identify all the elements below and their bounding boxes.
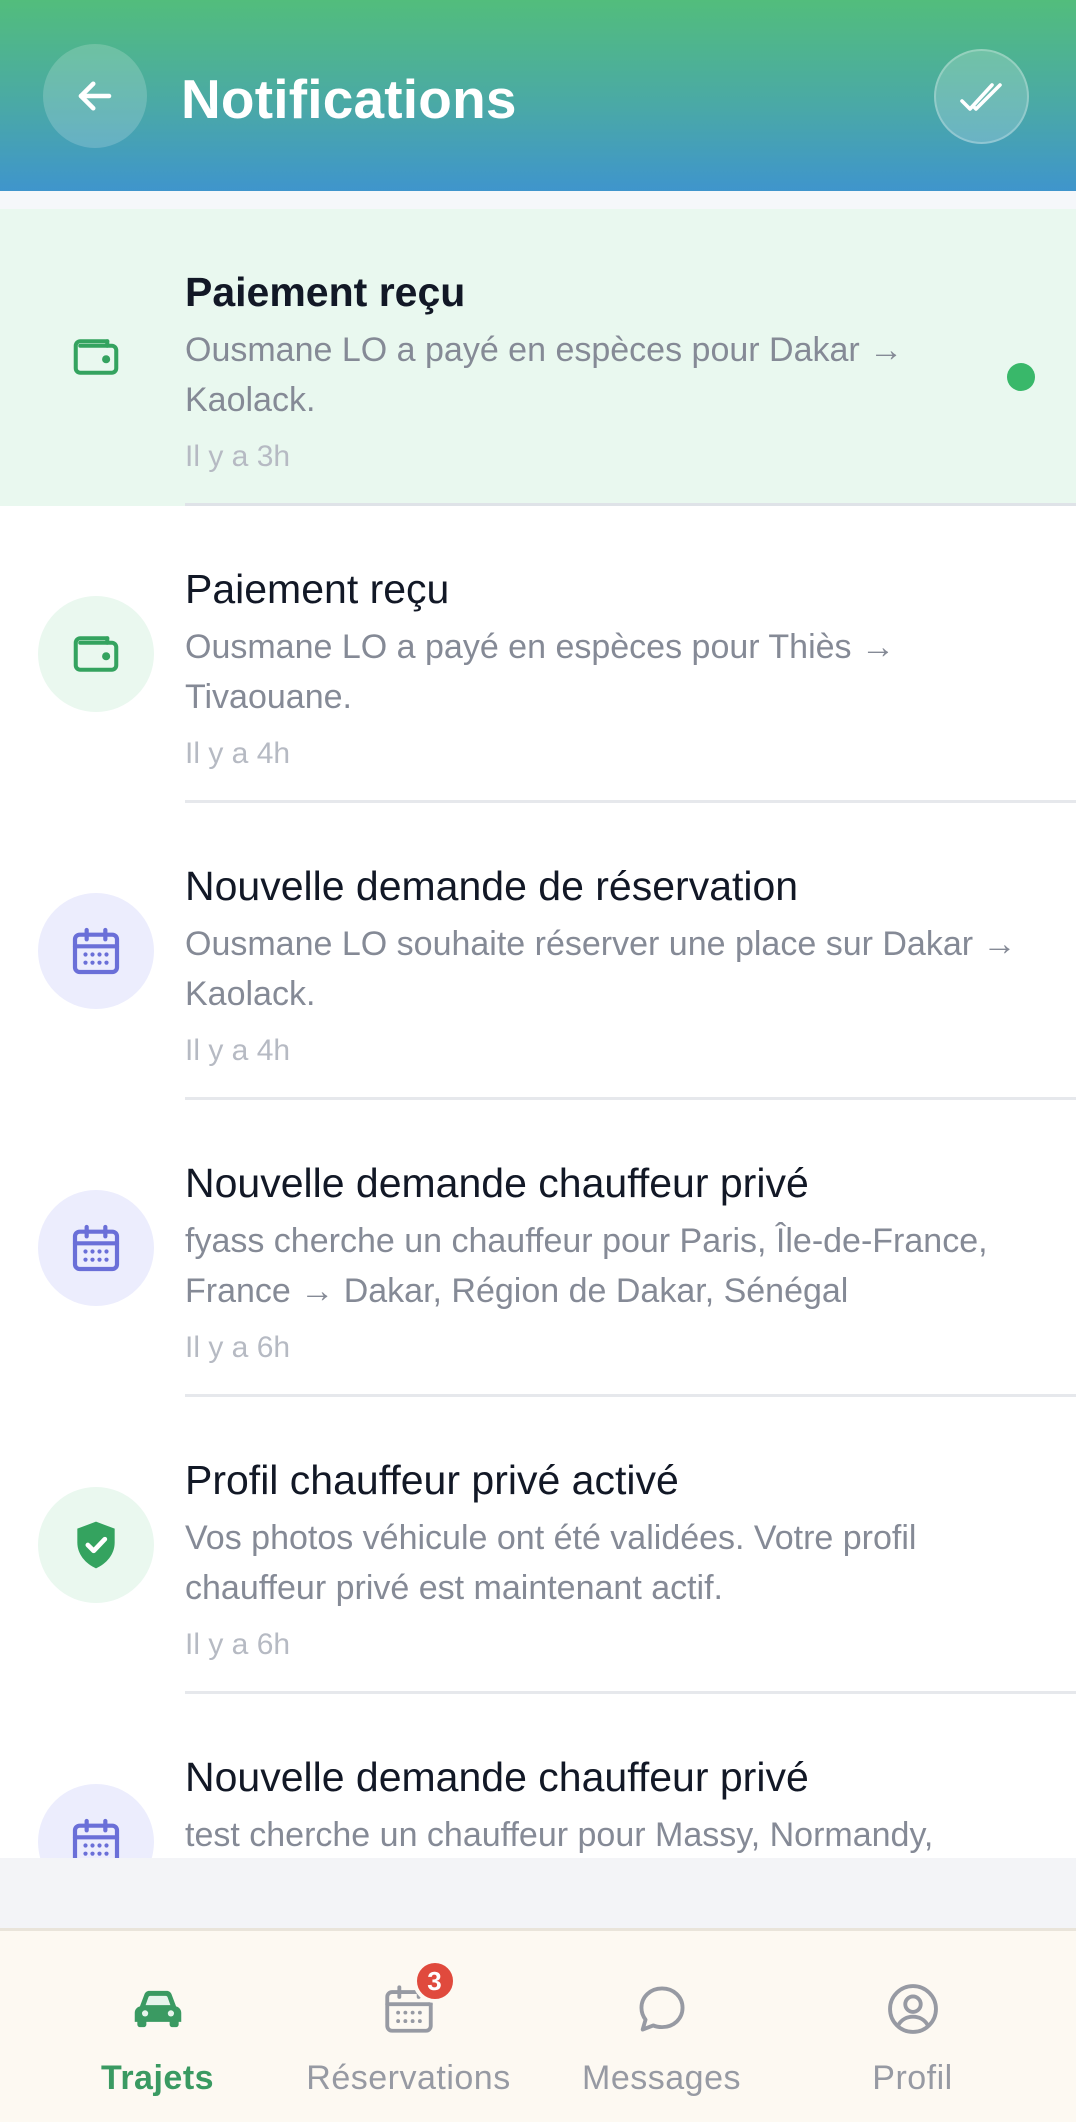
car-icon [134,1990,181,2028]
notification-item[interactable]: Nouvelle demande chauffeur privé test ch… [0,1694,1076,1858]
nav-item-messages[interactable]: Messages [527,1931,796,2121]
notification-title: Paiement reçu [185,269,466,315]
notification-body: Vos photos véhicule ont été validées. Vo… [185,1519,917,1607]
notification-item[interactable]: Paiement reçu Ousmane LO a payé en espèc… [0,506,1076,803]
notification-body: Ousmane LO souhaite réserver une place s… [185,925,1017,1013]
calendar-icon [72,1224,120,1272]
notification-icon-badge [38,596,154,712]
notification-item[interactable]: Profil chauffeur privé activé Vos photos… [0,1397,1076,1694]
nav-icon: 3 [373,1959,457,2045]
notification-icon-badge [38,1487,154,1603]
nav-item-profil[interactable]: Profil [778,1931,1047,2121]
notification-title: Nouvelle demande chauffeur privé [185,1160,809,1206]
notification-body: Ousmane LO a payé en espèces pour Thiès … [185,628,895,716]
mark-all-read-button[interactable] [934,49,1029,144]
wallet-icon [73,636,119,672]
nav-icon [122,1973,194,2045]
notification-title: Nouvelle demande de réservation [185,863,799,909]
nav-label: Trajets [100,2059,215,2097]
calendar-icon [72,1818,120,1858]
notification-list[interactable]: Paiement reçu Ousmane LO a payé en espèc… [0,191,1076,1858]
notification-icon-badge [38,1190,154,1306]
page-title: Notifications [181,68,517,130]
nav-label: Profil [872,2059,953,2097]
list-bottom-spacer [0,1858,1076,1930]
nav-icon [626,1973,698,2045]
nav-item-trajets[interactable]: Trajets [23,1931,292,2121]
calendar-icon [72,927,120,975]
arrow-left-icon [78,81,112,111]
notification-title: Profil chauffeur privé activé [185,1457,679,1503]
notification-body: Ousmane LO a payé en espèces pour Dakar … [185,331,904,419]
notification-item[interactable]: Paiement reçu Ousmane LO a payé en espèc… [0,209,1076,506]
notification-item[interactable]: Nouvelle demande de réservation Ousmane … [0,803,1076,1100]
notification-body: fyass cherche un chauffeur pour Paris, Î… [185,1222,988,1310]
notification-icon-badge [38,1784,154,1858]
nav-item-reservations[interactable]: 3 Réservations [274,1931,543,2121]
notification-time: Il y a 4h [185,737,291,770]
user-circle-icon [887,1984,938,2034]
reservations-count-badge: 3 [412,1959,457,2003]
notification-title: Nouvelle demande chauffeur privé [185,1754,809,1800]
shield-check-icon [77,1521,115,1569]
notifications-screen: Notifications Paiement reçu Ousmane LO a… [0,0,1076,2122]
notification-body: test cherche un chauffeur pour Massy, No… [185,1816,934,1854]
notification-item[interactable]: Nouvelle demande chauffeur privé fyass c… [0,1100,1076,1397]
back-button[interactable] [43,44,147,148]
notification-icon-badge [38,299,154,415]
notification-time: Il y a 3h [185,440,291,473]
nav-label: Réservations [306,2059,511,2097]
wallet-icon [73,339,119,375]
bottom-navigation: Trajets 3 Réservations Messages Profil [0,1928,1076,2122]
double-check-icon [959,82,1002,111]
nav-icon [877,1973,949,2045]
app-header: Notifications [0,0,1076,191]
notification-time: Il y a 6h [185,1331,291,1364]
notification-time: Il y a 6h [185,1628,291,1661]
chat-bubble-icon [639,1986,684,2032]
nav-label: Messages [582,2059,741,2097]
notification-icon-badge [38,893,154,1009]
unread-dot [1007,363,1035,391]
notification-title: Paiement reçu [185,566,450,612]
notification-time: Il y a 4h [185,1034,291,1067]
list-top-spacer [0,191,1076,209]
